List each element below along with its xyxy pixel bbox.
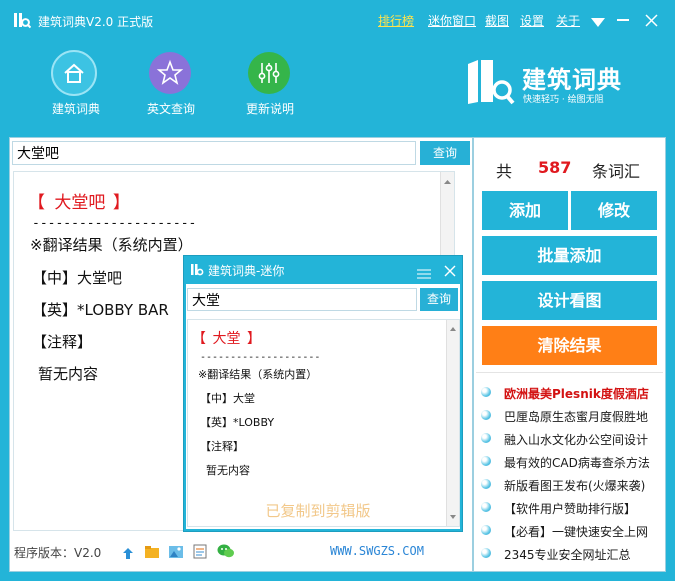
main-window: 建筑词典V2.0 正式版 排行榜 迷你窗口 截图 设置 关于 建筑词典 英文查询 <box>0 0 675 581</box>
result-en: 【英】*LOBBY BAR <box>32 301 169 319</box>
close-icon[interactable] <box>645 12 658 27</box>
result-note: 暂无内容 <box>38 365 99 383</box>
stats-prefix: 共 <box>496 162 513 181</box>
bullet-icon <box>481 433 491 443</box>
bullet-icon <box>481 502 491 512</box>
folder-icon[interactable] <box>144 544 160 559</box>
brand-logo: 建筑词典 快速轻巧 · 绘图无阻 <box>466 58 636 108</box>
design-view-button[interactable]: 设计看图 <box>482 281 657 320</box>
bullet-icon <box>481 525 491 535</box>
mini-app-icon <box>190 262 204 276</box>
result-open-bracket: 【 <box>28 193 45 213</box>
mini-menu-icon[interactable] <box>417 264 431 279</box>
mini-query-button[interactable]: 查询 <box>420 288 458 311</box>
mini-term-row: 【 大堂 】 <box>192 328 261 348</box>
about-link[interactable]: 关于 <box>556 12 580 29</box>
upload-icon[interactable] <box>122 545 134 559</box>
stats-suffix: 条词汇 <box>592 162 641 181</box>
link-item[interactable]: 【必看】一键快速安全上网 <box>504 523 648 540</box>
mini-window-link[interactable]: 迷你窗口 <box>428 12 476 29</box>
link-item[interactable]: 【软件用户赞助排行版】 <box>504 500 636 517</box>
nav-update-label: 更新说明 <box>245 102 294 116</box>
query-button[interactable]: 查询 <box>420 141 470 165</box>
minimize-icon[interactable] <box>617 19 629 21</box>
search-input[interactable] <box>12 141 416 165</box>
mini-search-input[interactable] <box>187 288 417 311</box>
mini-close-icon[interactable] <box>444 262 456 277</box>
result-close-bracket: 】 <box>112 193 130 213</box>
result-divider: --------------------- <box>32 216 197 231</box>
nav-home-label: 建筑词典 <box>51 102 100 116</box>
link-item[interactable]: 最有效的CAD病毒查杀方法 <box>504 454 650 471</box>
result-term-row: 【 大堂吧 】 <box>28 188 130 213</box>
add-button[interactable]: 添加 <box>482 191 568 230</box>
version-text: 程序版本：V2.0 <box>14 546 102 560</box>
home-icon <box>51 50 97 96</box>
mini-title: 建筑词典-迷你 <box>208 264 285 278</box>
logo-title: 建筑词典 <box>522 66 622 94</box>
nav-update-notes[interactable]: 更新说明 <box>230 50 310 120</box>
mini-note-label: 【注释】 <box>200 440 244 453</box>
batch-add-button[interactable]: 批量添加 <box>482 236 657 275</box>
link-item[interactable]: 巴厘岛原生态蜜月度假胜地 <box>504 408 648 425</box>
logo-slogan: 快速轻巧 · 绘图无阻 <box>523 95 604 105</box>
divider <box>476 372 663 373</box>
copied-notice: 已复制到剪辑版 <box>265 502 371 520</box>
ranking-link[interactable]: 排行榜 <box>378 12 414 29</box>
logo-icon <box>468 60 515 105</box>
mini-term: 大堂 <box>212 331 241 347</box>
mini-note: 暂无内容 <box>206 464 250 477</box>
nav-english-label: 英文查询 <box>146 102 195 116</box>
word-count: 587 <box>538 158 572 177</box>
document-icon[interactable] <box>193 544 207 559</box>
sliders-icon <box>248 52 290 94</box>
result-source: ※翻译结果（系统内置） <box>30 236 193 254</box>
mini-result-scrollbar[interactable] <box>446 320 459 526</box>
nav-home[interactable]: 建筑词典 <box>36 50 116 120</box>
link-item[interactable]: 欧洲最美Plesnik度假酒店 <box>504 385 649 402</box>
wechat-icon[interactable] <box>217 543 235 559</box>
window-title: 建筑词典V2.0 正式版 <box>38 15 154 29</box>
link-item[interactable]: 融入山水文化办公空间设计 <box>504 431 648 448</box>
star-icon <box>149 52 191 94</box>
link-item[interactable]: 新版看图王发布(火爆来袭) <box>504 477 645 494</box>
mini-en: 【英】*LOBBY <box>200 416 275 429</box>
mini-result-area: 【 大堂 】 -------------------- ※翻译结果（系统内置） … <box>187 319 460 527</box>
website-link[interactable]: WWW.SWGZS.COM <box>330 544 424 558</box>
bullet-icon <box>481 387 491 397</box>
menu-dropdown-icon[interactable] <box>590 14 606 27</box>
clear-results-button[interactable]: 清除结果 <box>482 326 657 365</box>
mini-zh: 【中】大堂 <box>200 392 255 405</box>
result-zh: 【中】大堂吧 <box>32 269 123 287</box>
bullet-icon <box>481 479 491 489</box>
image-icon[interactable] <box>168 544 184 558</box>
mini-divider: -------------------- <box>200 352 321 363</box>
link-item[interactable]: 2345专业安全网址汇总 <box>504 546 631 563</box>
mini-window: 建筑词典-迷你 查询 【 大堂 】 -------------------- ※… <box>183 255 463 532</box>
settings-link[interactable]: 设置 <box>520 12 544 29</box>
mini-close-bracket: 】 <box>246 331 261 347</box>
app-icon <box>13 11 32 29</box>
result-term: 大堂吧 <box>54 193 106 213</box>
bullet-icon <box>481 410 491 420</box>
result-note-label: 【注释】 <box>32 333 93 351</box>
mini-source: ※翻译结果（系统内置） <box>198 368 318 381</box>
mini-open-bracket: 【 <box>192 331 206 347</box>
bullet-icon <box>481 548 491 558</box>
nav-english-query[interactable]: 英文查询 <box>131 50 211 120</box>
screenshot-link[interactable]: 截图 <box>485 12 509 29</box>
edit-button[interactable]: 修改 <box>571 191 657 230</box>
bullet-icon <box>481 456 491 466</box>
